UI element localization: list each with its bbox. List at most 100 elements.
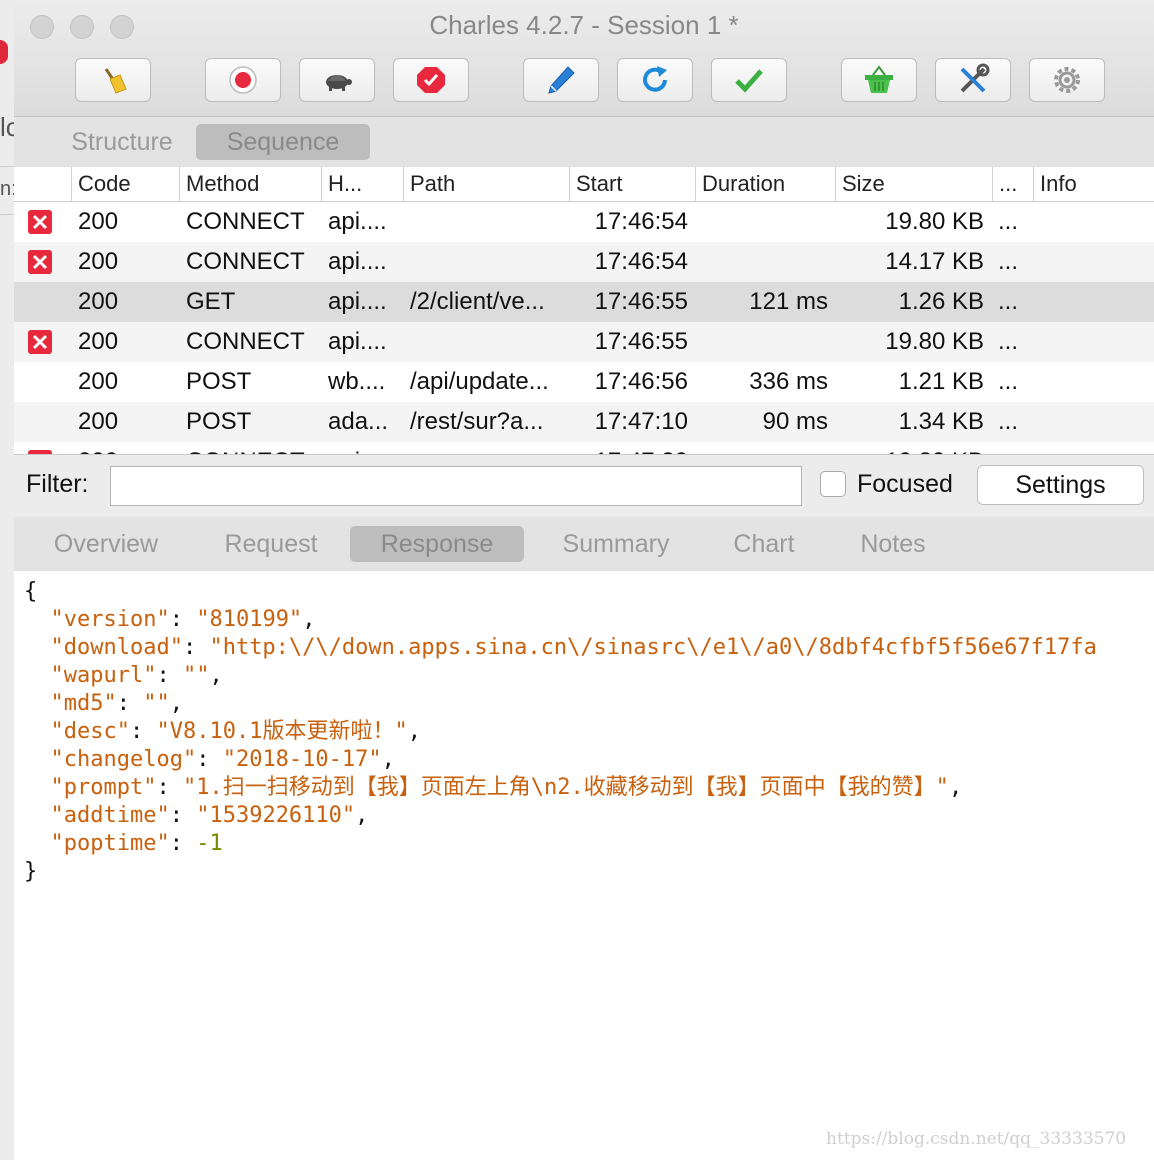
column-size[interactable]: Size bbox=[835, 167, 992, 201]
cell-start: 17:46:56 bbox=[594, 368, 688, 395]
cell-code: 200 bbox=[78, 408, 119, 435]
focused-checkbox[interactable] bbox=[820, 471, 846, 497]
column-method[interactable]: Method bbox=[179, 167, 321, 201]
json-value: "" bbox=[143, 691, 170, 716]
cell-path: /rest/sur?a... bbox=[410, 408, 544, 435]
json-key: "md5" bbox=[50, 691, 117, 716]
focused-label[interactable]: Focused bbox=[857, 470, 953, 499]
repeat-button[interactable] bbox=[617, 58, 693, 102]
cell-method: GET bbox=[186, 288, 236, 315]
column-more[interactable]: ... bbox=[992, 167, 1033, 201]
json-line: "download": "http:\/\/down.apps.sina.cn\… bbox=[50, 635, 1097, 660]
column-path[interactable]: Path bbox=[403, 167, 569, 201]
column-code[interactable]: Code bbox=[71, 167, 179, 201]
json-line: "md5": "", bbox=[50, 691, 183, 716]
cell-size: 14.17 KB bbox=[885, 248, 984, 275]
cell-size: 1.34 KB bbox=[898, 408, 984, 435]
tab-structure[interactable]: Structure bbox=[38, 124, 206, 160]
cell-more: ... bbox=[998, 442, 1028, 454]
cell-code: 200 bbox=[78, 368, 119, 395]
cell-host: ada... bbox=[328, 408, 389, 435]
table-row[interactable]: 200 CONNECT api.... 17:46:54 14.17 KB... bbox=[14, 242, 1154, 282]
tab-notes[interactable]: Notes bbox=[842, 526, 944, 562]
watermark: https://blog.csdn.net/qq_33333570 bbox=[826, 1129, 1127, 1149]
table-row[interactable]: {}200GETapi..../2/client/ve...17:46:5512… bbox=[14, 282, 1154, 322]
compose-button[interactable] bbox=[523, 58, 599, 102]
cell-path bbox=[410, 322, 566, 362]
cell-more: ... bbox=[998, 408, 1019, 435]
error-icon bbox=[28, 330, 52, 354]
cell-code: 200 bbox=[78, 328, 119, 355]
json-comma: , bbox=[169, 691, 183, 716]
json-line: "changelog": "2018-10-17", bbox=[50, 747, 395, 772]
table-row[interactable]: 200 CONNECT api.... 17:46:55 19.80 KB... bbox=[14, 322, 1154, 362]
validate-button[interactable] bbox=[711, 58, 787, 102]
cell-method: POST bbox=[186, 408, 252, 435]
json-value: "http:\/\/down.apps.sina.cn\/sinasrc\/e1… bbox=[209, 635, 1097, 660]
json-value: "1.扫一扫移动到【我】页面左上角\n2.收藏移动到【我】页面中【我的赞】" bbox=[182, 775, 949, 800]
response-body[interactable]: { "version": "810199", "download": "http… bbox=[24, 578, 1154, 886]
json-value: "810199" bbox=[196, 607, 303, 632]
tab-request[interactable]: Request bbox=[206, 526, 336, 562]
cell-path: /api/update... bbox=[410, 368, 549, 395]
cell-duration bbox=[698, 322, 828, 362]
json-key: "download" bbox=[50, 635, 183, 660]
cell-host: api.... bbox=[328, 288, 387, 315]
json-line: "poptime": -1 bbox=[50, 831, 223, 856]
charles-window: Charles 4.2.7 - Session 1 * Structure Se… bbox=[14, 0, 1154, 1160]
close-button-partial[interactable] bbox=[0, 40, 8, 64]
record-button[interactable] bbox=[205, 58, 281, 102]
cell-path bbox=[410, 442, 566, 454]
json-key: "changelog" bbox=[50, 747, 197, 772]
cell-path bbox=[410, 202, 566, 242]
cell-code: 200 bbox=[78, 288, 119, 315]
cell-host: api.... bbox=[328, 442, 404, 454]
json-value: "1539226110" bbox=[196, 803, 356, 828]
cell-info bbox=[1038, 242, 1148, 282]
json-line: "version": "810199", bbox=[50, 607, 316, 632]
cell-code: 200 bbox=[78, 442, 174, 454]
cell-info bbox=[1038, 282, 1148, 322]
filter-input[interactable] bbox=[110, 466, 802, 506]
table-header: Code Method H... Path Start Duration Siz… bbox=[14, 167, 1154, 202]
broom-icon bbox=[104, 68, 127, 94]
cell-start: 17:46:55 bbox=[594, 288, 688, 315]
table-row[interactable]: 200 CONNECT api.... 17:47:20 19.80 KB... bbox=[14, 442, 1154, 454]
cell-info bbox=[1038, 402, 1148, 442]
tab-response[interactable]: Response bbox=[350, 526, 524, 562]
error-icon bbox=[28, 250, 52, 274]
cell-info bbox=[1038, 202, 1148, 242]
filter-settings-button[interactable]: Settings bbox=[977, 465, 1144, 505]
cell-duration: 121 ms bbox=[749, 288, 828, 315]
shopping-basket-button[interactable] bbox=[841, 58, 917, 102]
throttle-button[interactable] bbox=[299, 58, 375, 102]
json-comma: , bbox=[381, 747, 395, 772]
tab-chart[interactable]: Chart bbox=[716, 526, 812, 562]
refresh-icon bbox=[643, 66, 667, 92]
table-row[interactable]: 200 CONNECT api.... 17:46:54 19.80 KB... bbox=[14, 202, 1154, 242]
json-key: "addtime" bbox=[50, 803, 170, 828]
cell-host: api.... bbox=[328, 328, 387, 355]
column-start[interactable]: Start bbox=[569, 167, 695, 201]
cell-more: ... bbox=[998, 208, 1019, 235]
column-info[interactable]: Info bbox=[1033, 167, 1154, 201]
cell-path bbox=[410, 242, 566, 282]
json-key: "desc" bbox=[50, 719, 130, 744]
json-open-brace: { bbox=[24, 579, 38, 604]
column-host[interactable]: H... bbox=[321, 167, 403, 201]
cell-host: api.... bbox=[328, 208, 387, 235]
clear-session-button[interactable] bbox=[75, 58, 151, 102]
table-row[interactable]: {}200POSTada.../rest/sur?a...17:47:1090 … bbox=[14, 402, 1154, 442]
tab-sequence[interactable]: Sequence bbox=[196, 124, 370, 160]
tab-overview[interactable]: Overview bbox=[36, 526, 176, 562]
filter-label: Filter: bbox=[26, 470, 89, 498]
json-key: "version" bbox=[50, 607, 170, 632]
cell-size: 19.80 KB bbox=[885, 208, 984, 235]
settings-button[interactable] bbox=[1029, 58, 1105, 102]
tab-summary[interactable]: Summary bbox=[542, 526, 690, 562]
column-duration[interactable]: Duration bbox=[695, 167, 835, 201]
breakpoints-button[interactable] bbox=[393, 58, 469, 102]
tools-button[interactable] bbox=[935, 58, 1011, 102]
table-row[interactable]: {}200POSTwb..../api/update...17:46:56336… bbox=[14, 362, 1154, 402]
cell-method: CONNECT bbox=[186, 328, 305, 355]
